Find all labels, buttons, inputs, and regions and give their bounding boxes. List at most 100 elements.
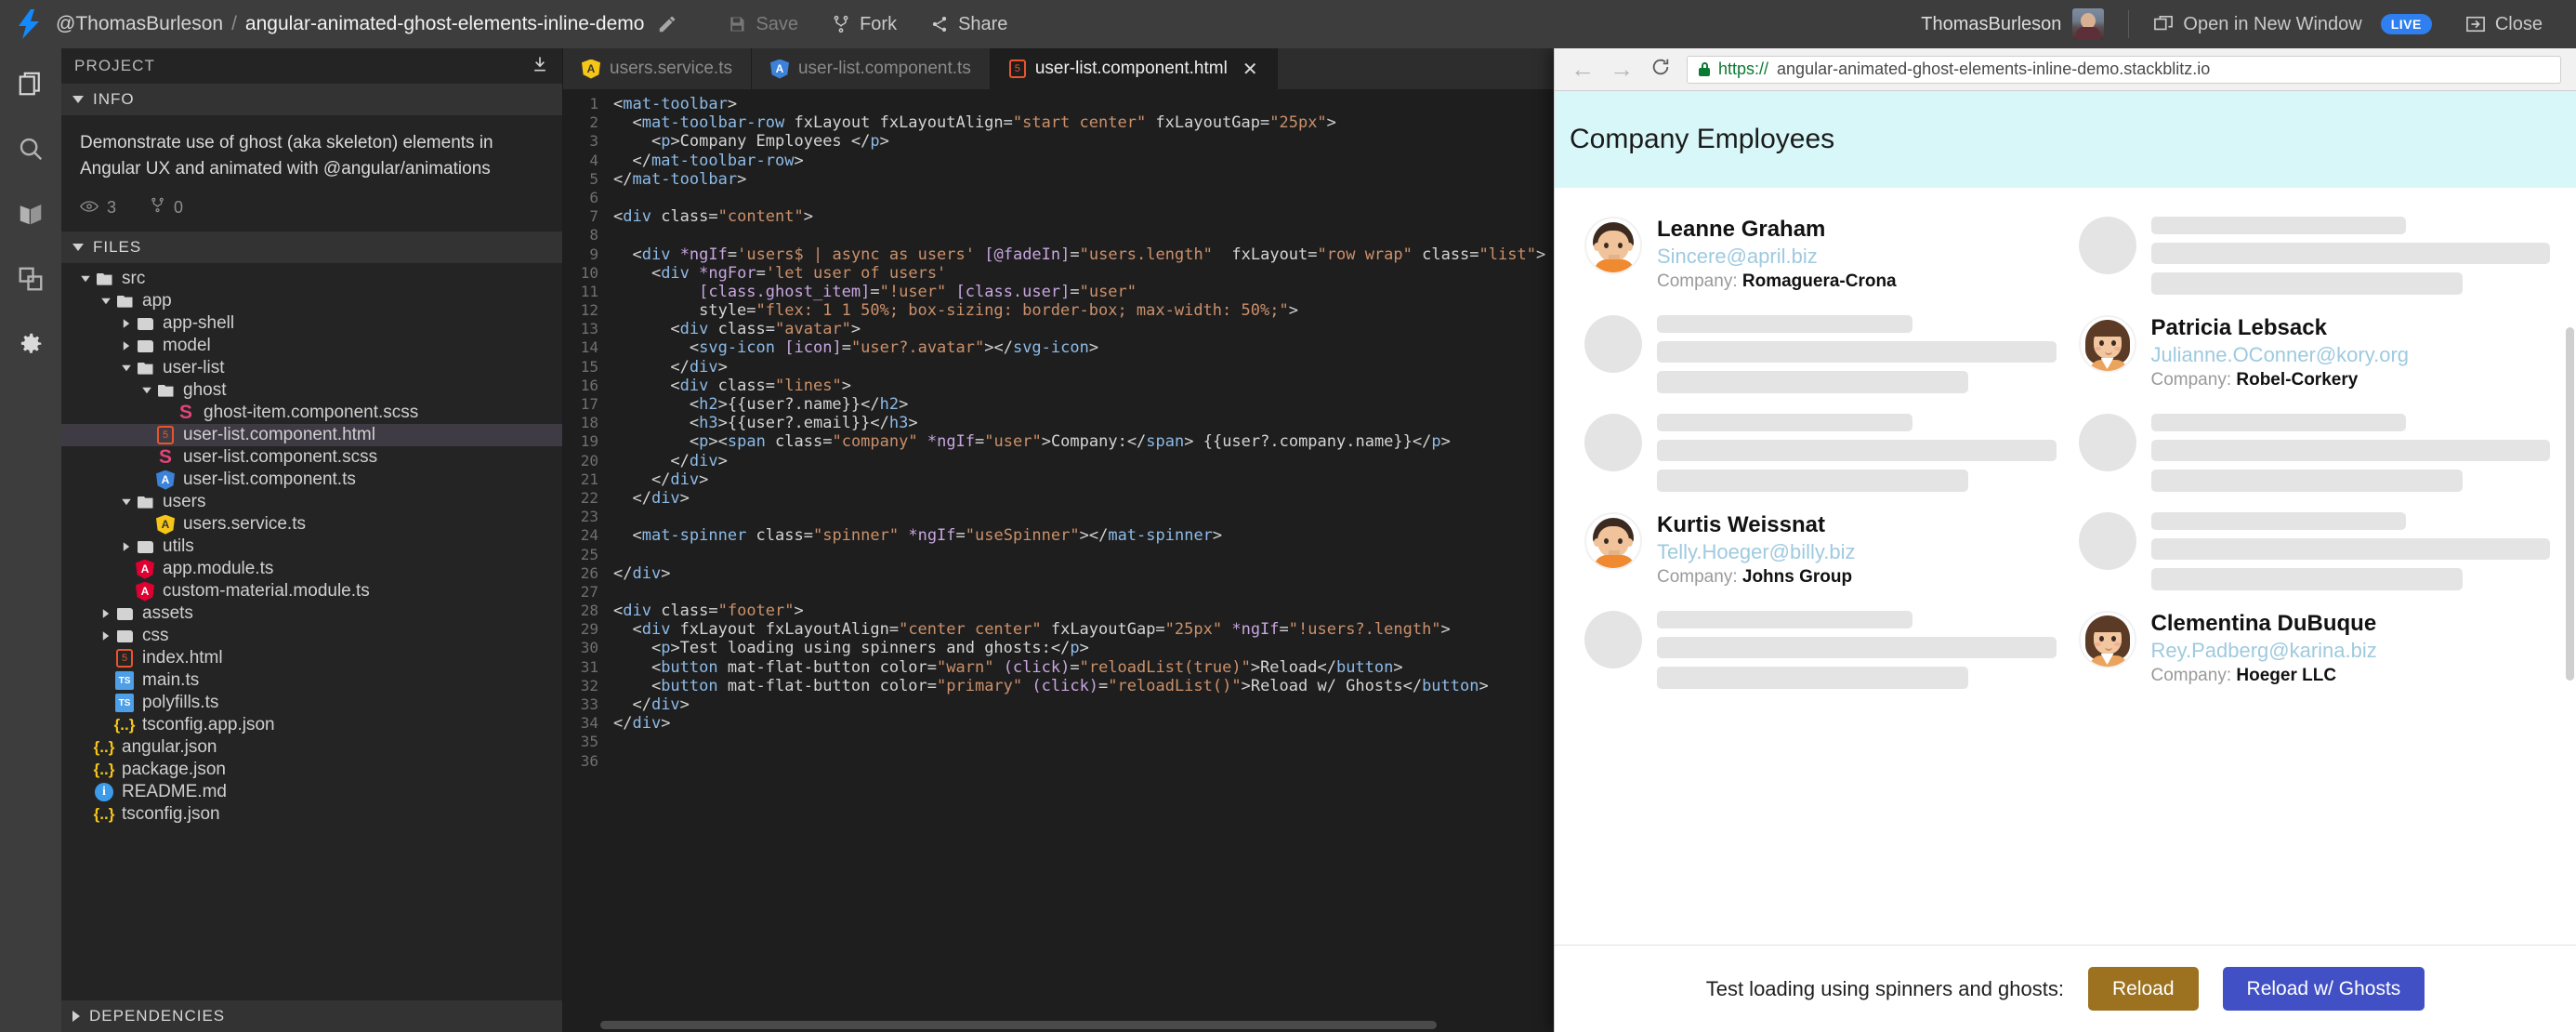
chevron-down-icon[interactable] — [119, 364, 134, 372]
breadcrumb-user[interactable]: @ThomasBurleson — [56, 13, 223, 35]
file-tree-item[interactable]: Ausers.service.ts — [61, 513, 562, 536]
file-tree-item[interactable]: Acustom-material.module.ts — [61, 580, 562, 602]
file-tree-item[interactable]: {..} package.json — [61, 759, 562, 781]
file-tree-item[interactable]: 5 user-list.component.html — [61, 424, 562, 447]
file-tree-item[interactable]: Sghost-item.component.scss — [61, 402, 562, 424]
file-tree-item[interactable]: user-list — [61, 357, 562, 379]
download-icon[interactable] — [531, 55, 549, 78]
line-number: 12 — [580, 301, 598, 320]
file-tree-item[interactable]: ghost — [61, 379, 562, 402]
file-tree-item-label: user-list.component.html — [183, 425, 375, 445]
file-tree-item[interactable]: app-shell — [61, 312, 562, 335]
user-name: Clementina DuBuque — [2150, 611, 2377, 636]
company-label: Company: — [2150, 666, 2237, 686]
file-tree-item-label: src — [122, 269, 146, 289]
chevron-right-icon[interactable] — [119, 318, 134, 329]
file-tree-item[interactable]: TS main.ts — [61, 669, 562, 692]
ghost-lines — [1657, 315, 2057, 393]
eye-icon — [80, 198, 99, 218]
file-tree-item[interactable]: src — [61, 268, 562, 290]
reload-with-ghosts-button[interactable]: Reload w/ Ghosts — [2222, 967, 2425, 1011]
reload-button[interactable]: Reload — [2087, 967, 2199, 1011]
editor-tab[interactable]: Ausers.service.ts — [563, 48, 752, 89]
file-tree-item[interactable]: assets — [61, 602, 562, 625]
ghost-line — [2150, 538, 2550, 561]
search-icon[interactable] — [10, 128, 51, 169]
file-tree-item[interactable]: css — [61, 625, 562, 647]
file-tree-item[interactable]: TS polyfills.ts — [61, 692, 562, 714]
book-icon[interactable] — [10, 193, 51, 234]
fork-icon — [832, 14, 850, 34]
file-tree-item[interactable]: Auser-list.component.ts — [61, 469, 562, 491]
chevron-right-icon[interactable] — [99, 630, 113, 642]
line-number: 33 — [580, 695, 598, 713]
user-name: Leanne Graham — [1657, 217, 1826, 242]
editor-tab[interactable]: 5 user-list.component.html ✕ — [990, 48, 1278, 89]
account-button[interactable]: ThomasBurleson — [1921, 8, 2121, 40]
editor-tab[interactable]: Auser-list.component.ts — [751, 48, 991, 89]
file-tree-item[interactable]: app — [61, 290, 562, 312]
html-file-icon: 5 — [154, 426, 177, 445]
chevron-right-icon[interactable] — [119, 541, 134, 552]
file-tree-item[interactable]: {..} tsconfig.app.json — [61, 714, 562, 736]
files-icon[interactable] — [10, 63, 51, 104]
file-tree-item-label: tsconfig.json — [122, 804, 220, 825]
file-tree-item[interactable]: 5 index.html — [61, 647, 562, 669]
file-tree-item[interactable]: utils — [61, 536, 562, 558]
ghost-avatar — [2078, 414, 2136, 471]
file-tree-item[interactable]: {..} tsconfig.json — [61, 803, 562, 826]
line-number: 7 — [589, 207, 598, 226]
chevron-right-icon[interactable] — [99, 608, 113, 619]
chevron-down-icon[interactable] — [119, 498, 134, 506]
arrow-left-icon[interactable]: ← — [1570, 55, 1596, 84]
scrollbar-thumb[interactable] — [600, 1021, 1437, 1029]
file-tree-item[interactable]: model — [61, 335, 562, 357]
dependencies-section-header[interactable]: DEPENDENCIES — [61, 1000, 562, 1032]
ghost-avatar — [1584, 611, 1642, 668]
url-bar[interactable]: https:// angular-animated-ghost-elements-… — [1687, 55, 2561, 84]
ghost-line — [2150, 243, 2550, 265]
folder-open-icon — [113, 295, 136, 308]
open-in-new-window-button[interactable]: Open in New Window LIVE — [2136, 8, 2448, 41]
file-tree-item-label: main.ts — [142, 670, 200, 691]
company-value: Hoeger LLC — [2236, 666, 2337, 686]
user-name: Patricia Lebsack — [2150, 315, 2327, 340]
chevron-down-icon[interactable] — [78, 275, 93, 283]
file-tree-item[interactable]: Suser-list.component.scss — [61, 446, 562, 469]
views-count: 3 — [107, 197, 117, 217]
user-email: Sincere@april.biz — [1657, 244, 1818, 268]
line-number: 24 — [580, 526, 598, 545]
save-button[interactable]: Save — [711, 8, 815, 41]
chevron-down-icon[interactable] — [139, 387, 154, 394]
line-number: 25 — [580, 545, 598, 563]
fork-button[interactable]: Fork — [815, 8, 913, 41]
files-section-header[interactable]: FILES — [61, 232, 562, 264]
close-button[interactable]: Close — [2449, 8, 2559, 41]
preview-scrollbar[interactable] — [2566, 327, 2574, 681]
ghost-line — [1657, 371, 1968, 393]
url-protocol: https:// — [1718, 60, 1769, 78]
project-panel: PROJECT INFO Demonstrate use of ghost (a… — [61, 48, 563, 1032]
project-stats: 3 0 — [80, 196, 545, 218]
save-icon — [728, 15, 746, 33]
file-tree-item[interactable]: {..} angular.json — [61, 736, 562, 759]
file-tree-item[interactable]: users — [61, 491, 562, 513]
arrow-right-icon[interactable]: → — [1609, 55, 1635, 84]
info-section-header[interactable]: INFO — [61, 84, 562, 115]
file-tree-item[interactable]: Aapp.module.ts — [61, 558, 562, 580]
ghost-placeholder-card — [2066, 404, 2560, 502]
share-button[interactable]: Share — [913, 8, 1024, 41]
pencil-icon[interactable] — [657, 14, 677, 34]
chevron-right-icon[interactable] — [119, 340, 134, 351]
dependencies-icon[interactable] — [10, 258, 51, 299]
close-tab-icon[interactable]: ✕ — [1242, 58, 1258, 81]
scss-file-icon: S — [158, 446, 172, 469]
chevron-down-icon[interactable] — [99, 298, 113, 305]
file-tree-item[interactable]: i README.md — [61, 781, 562, 803]
line-number: 8 — [589, 226, 598, 245]
breadcrumb-project-name[interactable]: angular-animated-ghost-elements-inline-d… — [245, 13, 645, 35]
stackblitz-logo-icon[interactable] — [13, 9, 45, 39]
gear-icon[interactable] — [10, 324, 51, 364]
reload-icon[interactable] — [1648, 55, 1674, 84]
company-label: Company: — [1657, 567, 1742, 588]
